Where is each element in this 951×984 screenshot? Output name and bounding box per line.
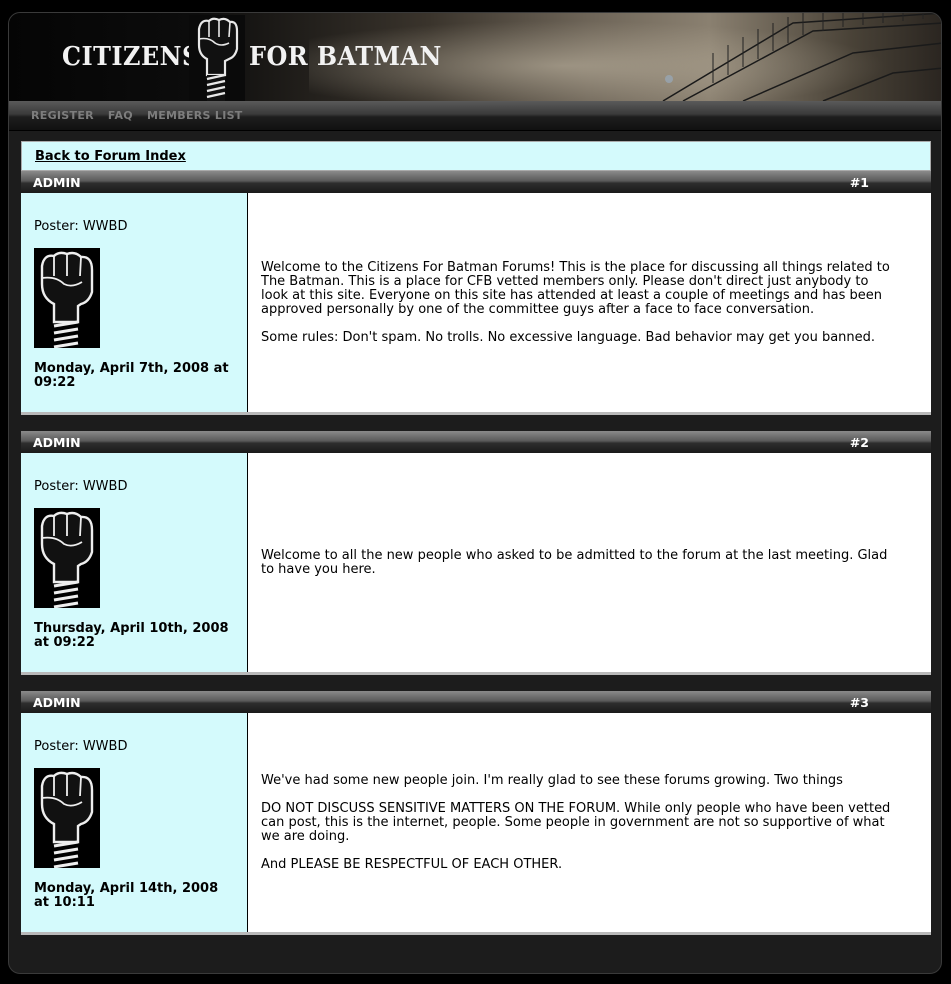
- forum-thread: Back to Forum Index ADMIN #1 Poster: WWB…: [21, 141, 931, 951]
- back-bar: Back to Forum Index: [21, 141, 931, 171]
- post-number: #2: [849, 434, 869, 450]
- post-content: Welcome to the Citizens For Batman Forum…: [248, 193, 931, 412]
- post-date: Monday, April 7th, 2008 at 09:22: [34, 361, 229, 390]
- logo-text-for-batman: FOR BATMAN: [249, 42, 442, 72]
- post-header: ADMIN #3: [21, 691, 931, 713]
- post-author: ADMIN: [33, 434, 81, 450]
- forum-post: ADMIN #1 Poster: WWBD Monday, April 7th,…: [21, 171, 931, 415]
- post-paragraph: DO NOT DISCUSS SENSITIVE MATTERS ON THE …: [261, 800, 891, 844]
- post-body: Poster: WWBD Thursday, April 10th, 2008 …: [21, 453, 931, 675]
- fist-logo-icon: [189, 15, 245, 101]
- page-frame: CITIZENS FOR BATMAN REGISTER FAQ MEMBERS…: [0, 0, 951, 984]
- forum-post: ADMIN #2 Poster: WWBD Thursday, April 10…: [21, 431, 931, 675]
- avatar: [34, 768, 100, 868]
- post-paragraph: We've had some new people join. I'm real…: [261, 772, 843, 788]
- site-container: CITIZENS FOR BATMAN REGISTER FAQ MEMBERS…: [8, 12, 942, 974]
- post-number: #3: [849, 694, 869, 710]
- post-header: ADMIN #2: [21, 431, 931, 453]
- top-navigation: REGISTER FAQ MEMBERS LIST: [9, 101, 941, 131]
- nav-register-link[interactable]: REGISTER: [31, 109, 94, 122]
- staircase-image: [662, 13, 941, 101]
- poster-name: Poster: WWBD: [34, 739, 128, 754]
- forum-post: ADMIN #3 Poster: WWBD Monday, April 14th…: [21, 691, 931, 935]
- post-paragraph: Welcome to the Citizens For Batman Forum…: [261, 259, 890, 317]
- avatar: [34, 248, 100, 348]
- nav-members-list-link[interactable]: MEMBERS LIST: [147, 109, 243, 122]
- post-content: Welcome to all the new people who asked …: [248, 453, 931, 672]
- avatar: [34, 508, 100, 608]
- logo-text-citizens: CITIZENS: [62, 42, 200, 72]
- site-banner: CITIZENS FOR BATMAN: [9, 13, 941, 101]
- post-sidebar: Poster: WWBD Thursday, April 10th, 2008 …: [21, 453, 248, 672]
- post-author: ADMIN: [33, 174, 81, 190]
- post-paragraph: And PLEASE BE RESPECTFUL OF EACH OTHER.: [261, 856, 563, 872]
- post-date: Thursday, April 10th, 2008 at 09:22: [34, 621, 229, 650]
- post-content: We've had some new people join. I'm real…: [248, 713, 931, 932]
- post-number: #1: [849, 174, 869, 190]
- nav-faq-link[interactable]: FAQ: [108, 109, 133, 122]
- post-header: ADMIN #1: [21, 171, 931, 193]
- post-date: Monday, April 14th, 2008 at 10:11: [34, 881, 219, 910]
- post-paragraph: Welcome to all the new people who asked …: [261, 547, 888, 577]
- post-sidebar: Poster: WWBD Monday, April 14th, 2008 at…: [21, 713, 248, 932]
- post-body: Poster: WWBD Monday, April 14th, 2008 at…: [21, 713, 931, 935]
- post-body: Poster: WWBD Monday, April 7th, 2008 at …: [21, 193, 931, 415]
- post-paragraph: Some rules: Don't spam. No trolls. No ex…: [261, 329, 876, 345]
- poster-name: Poster: WWBD: [34, 479, 128, 494]
- back-to-forum-index-link[interactable]: Back to Forum Index: [35, 149, 186, 164]
- post-author: ADMIN: [33, 694, 81, 710]
- post-sidebar: Poster: WWBD Monday, April 7th, 2008 at …: [21, 193, 248, 412]
- poster-name: Poster: WWBD: [34, 219, 128, 234]
